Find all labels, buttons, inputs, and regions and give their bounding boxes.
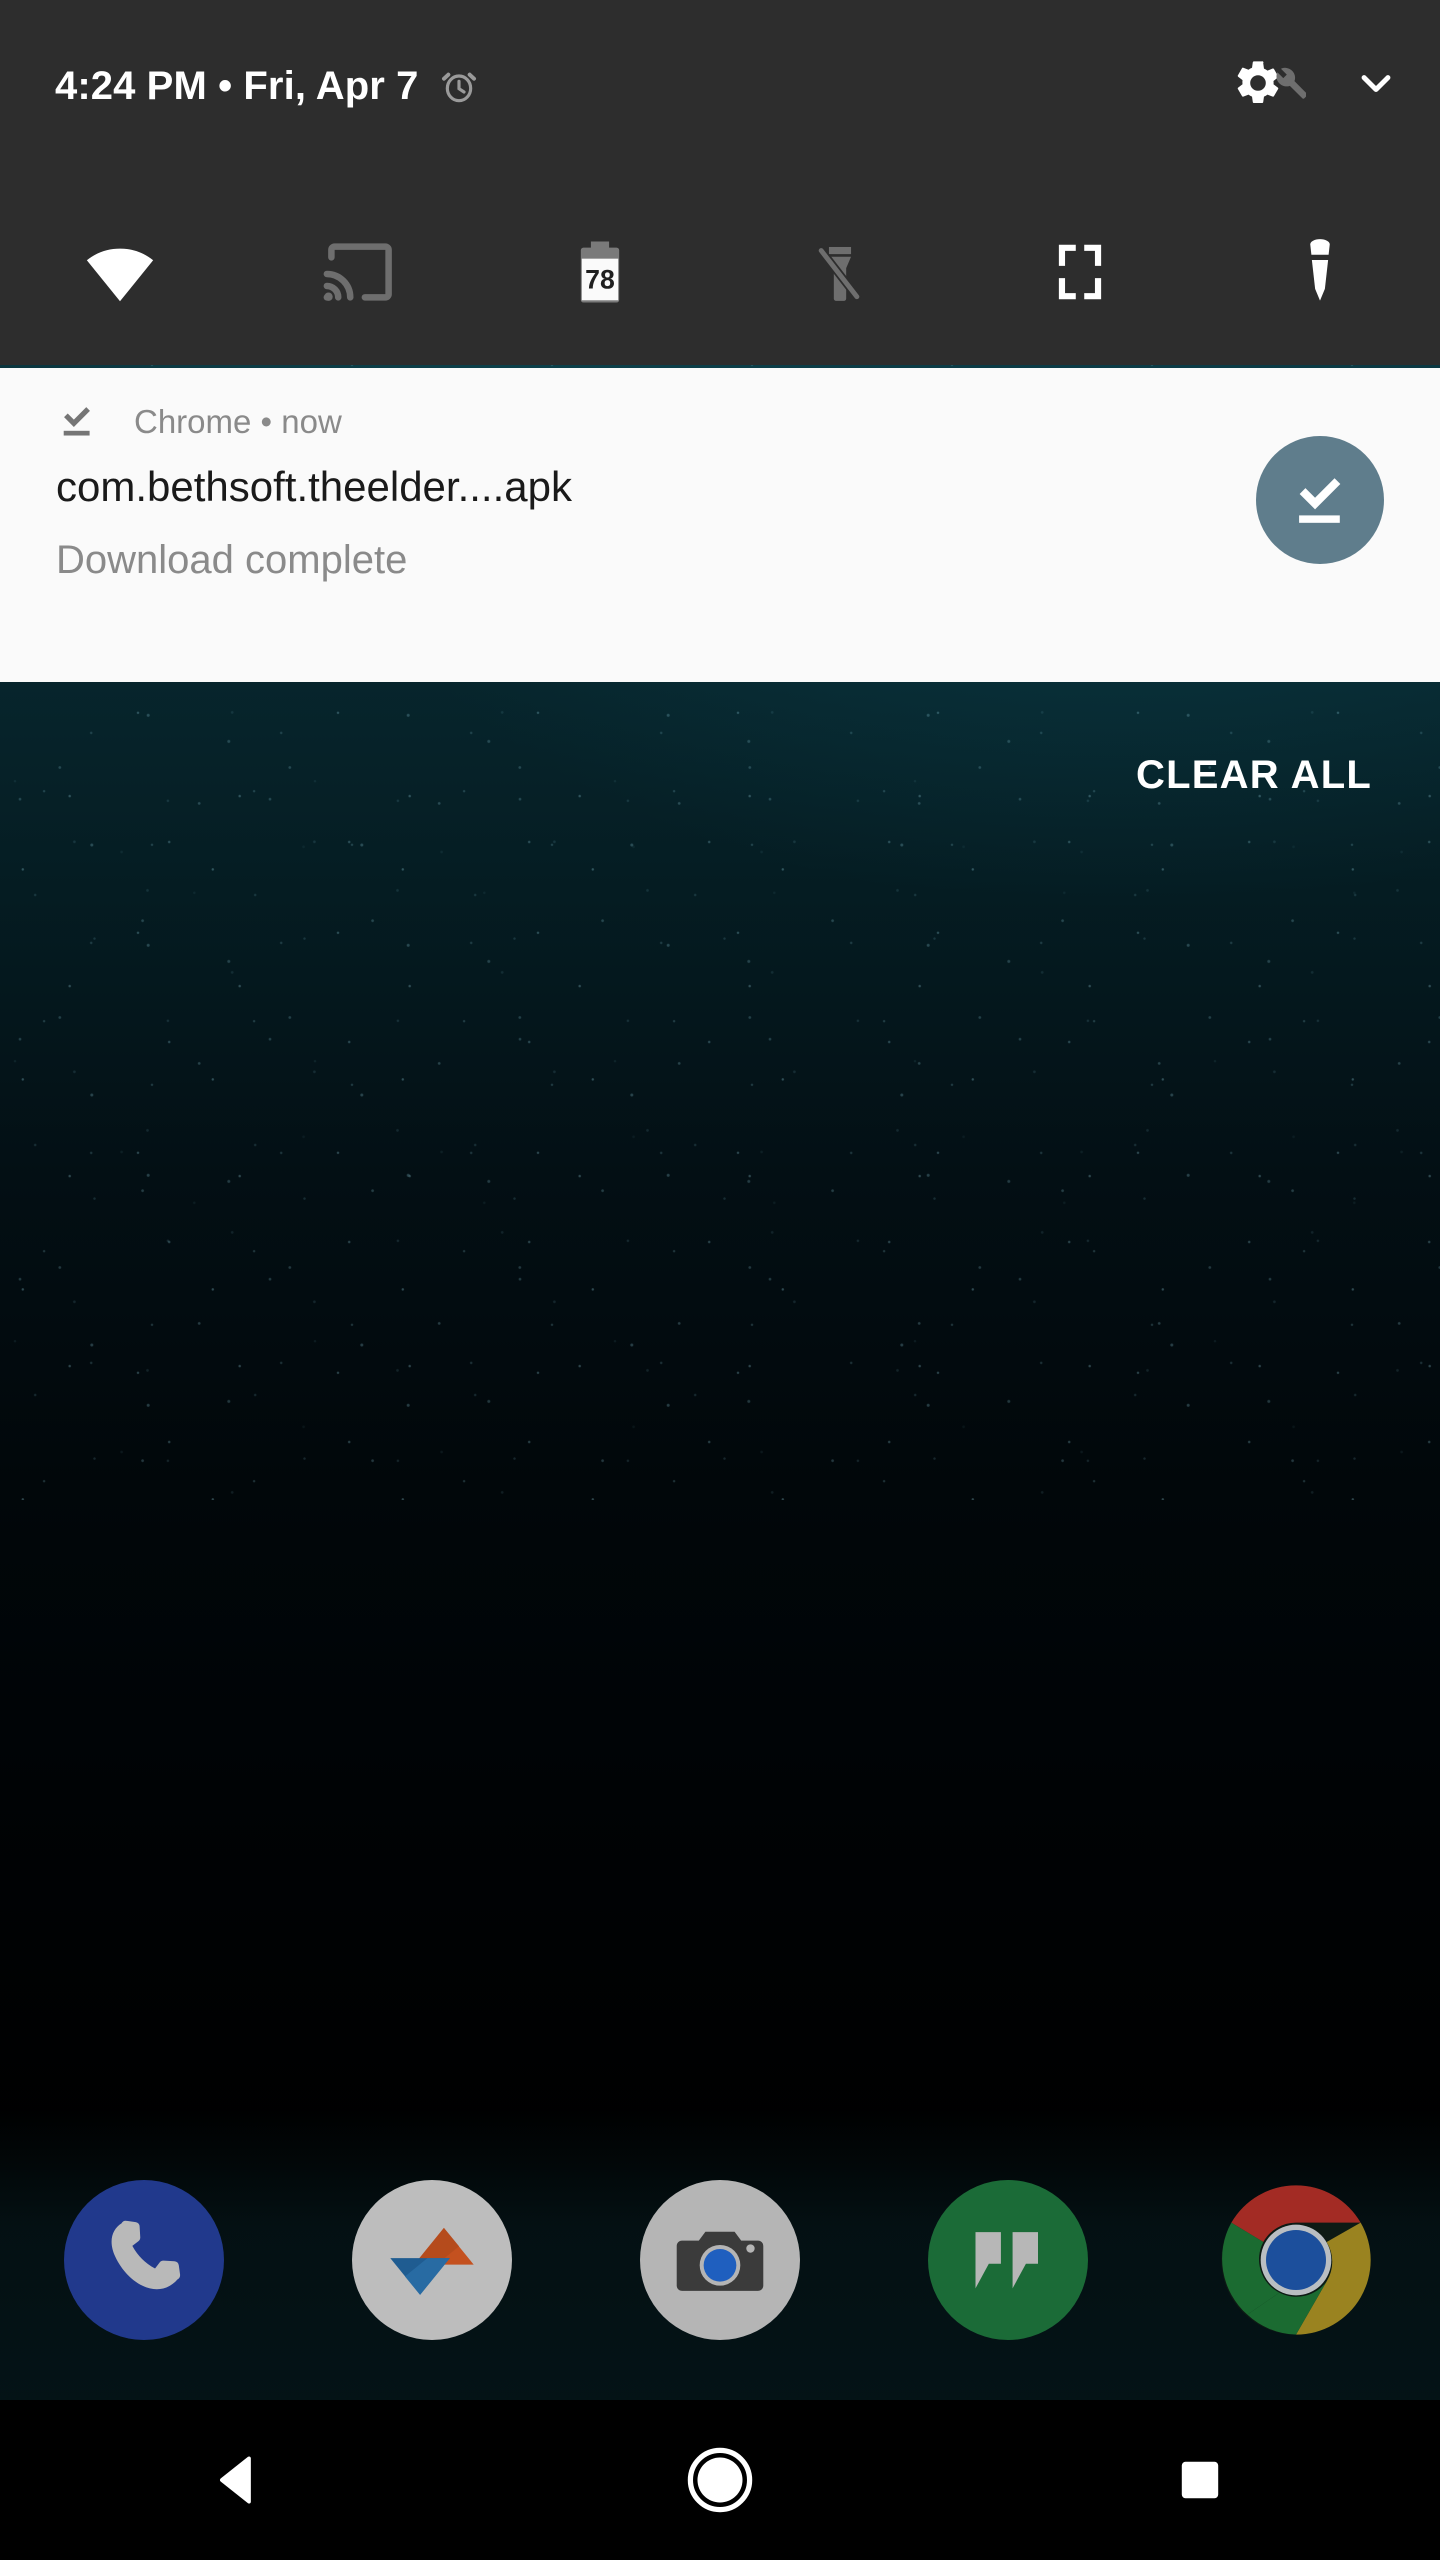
qs-tile-battery[interactable]: 78 xyxy=(480,178,720,365)
clock-date-group[interactable]: 4:24 PM • Fri, Apr 7 xyxy=(55,58,479,114)
clear-all-button[interactable]: CLEAR ALL xyxy=(1136,740,1372,810)
wrench-icon xyxy=(1276,67,1306,99)
rotation-lock-icon xyxy=(1058,244,1102,299)
notification-action-button[interactable] xyxy=(1256,436,1384,564)
qs-tile-wifi[interactable] xyxy=(0,178,240,365)
torch-icon xyxy=(1310,238,1330,301)
qs-tile-flashlight-off[interactable] xyxy=(720,178,960,365)
quick-settings-panel: 4:24 PM • Fri, Apr 7 78 xyxy=(0,0,1440,365)
back-triangle-icon xyxy=(219,2456,251,2504)
home-circle-icon xyxy=(687,2447,753,2513)
status-bar-header: 4:24 PM • Fri, Apr 7 xyxy=(0,0,1440,178)
notification-header: Chrome • now xyxy=(56,398,342,444)
battery-icon: 78 xyxy=(580,240,620,303)
notification-source-line: Chrome • now xyxy=(134,402,342,440)
clock-and-date: 4:24 PM • Fri, Apr 7 xyxy=(55,64,419,108)
phone-icon xyxy=(111,2220,181,2290)
dock-item-camera[interactable] xyxy=(576,2170,864,2350)
recents-square-icon xyxy=(1181,2461,1219,2499)
camera-icon xyxy=(676,2231,764,2291)
chevron-down-icon[interactable] xyxy=(1350,57,1402,109)
phone-app-icon xyxy=(64,2180,224,2340)
alarm-clock-icon xyxy=(441,72,476,103)
photos-app-icon xyxy=(352,2180,512,2340)
notification-body: Download complete xyxy=(56,538,408,582)
nav-home-button[interactable] xyxy=(480,2400,960,2560)
qs-tile-torch[interactable] xyxy=(1200,178,1440,365)
flashlight-off-icon xyxy=(816,245,862,301)
nav-back-button[interactable] xyxy=(0,2400,480,2560)
notification-card[interactable]: Chrome • now com.bethsoft.theelder....ap… xyxy=(0,368,1440,682)
dock-item-hangouts[interactable] xyxy=(864,2170,1152,2350)
header-right-icons xyxy=(1232,52,1402,114)
battery-level-text: 78 xyxy=(585,264,615,294)
dock xyxy=(0,2170,1440,2350)
dock-item-photos[interactable] xyxy=(288,2170,576,2350)
nav-recents-button[interactable] xyxy=(960,2400,1440,2560)
dock-item-phone[interactable] xyxy=(0,2170,288,2350)
wifi-icon xyxy=(86,248,154,301)
quick-settings-tiles: 78 xyxy=(0,178,1440,365)
qs-tile-rotation-lock[interactable] xyxy=(960,178,1200,365)
quote-icon xyxy=(975,2232,1038,2289)
chrome-icon xyxy=(1221,2185,1371,2335)
cast-icon xyxy=(323,242,392,301)
download-done-icon xyxy=(1299,478,1341,523)
chrome-app-icon xyxy=(1216,2180,1376,2340)
camera-app-icon xyxy=(640,2180,800,2340)
clear-all-label: CLEAR ALL xyxy=(1136,753,1372,797)
settings-tuner-group[interactable] xyxy=(1232,52,1310,114)
hangouts-app-icon xyxy=(928,2180,1088,2340)
android-screen: 4:24 PM • Fri, Apr 7 78 Chrome • now com… xyxy=(0,0,1440,2560)
qs-tile-cast[interactable] xyxy=(240,178,480,365)
notification-title: com.bethsoft.theelder....apk xyxy=(56,463,572,510)
triangles-icon xyxy=(390,2227,474,2295)
dock-item-chrome[interactable] xyxy=(1152,2170,1440,2350)
download-done-icon xyxy=(63,407,90,436)
navigation-bar xyxy=(0,2400,1440,2560)
